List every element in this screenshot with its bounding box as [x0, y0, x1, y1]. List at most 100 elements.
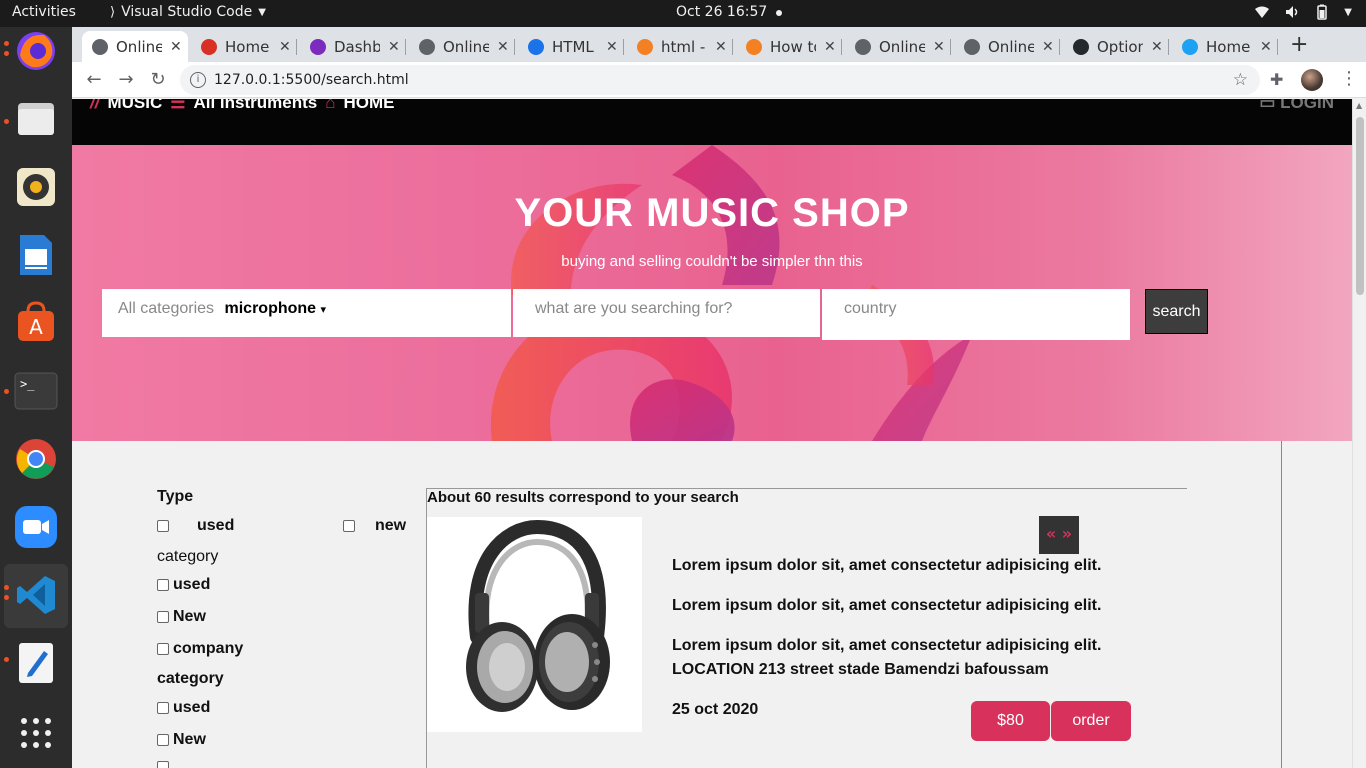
running-indicator: [4, 585, 9, 590]
clock[interactable]: Oct 26 16:57: [676, 4, 767, 20]
checkbox[interactable]: [157, 702, 169, 714]
music-icon: //: [90, 99, 100, 112]
back-icon[interactable]: ←: [82, 68, 106, 92]
close-icon[interactable]: ✕: [388, 39, 400, 55]
country-input-placeholder: country: [844, 300, 897, 317]
filter-category-company[interactable]: company: [157, 640, 243, 658]
tab-title: Online: [443, 37, 489, 56]
ubuntu-software-icon[interactable]: A: [12, 299, 60, 347]
browser-tab[interactable]: Online ✕: [954, 31, 1060, 62]
checkbox[interactable]: [157, 643, 169, 655]
all-instruments-link[interactable]: All instruments: [193, 99, 317, 113]
browser-tab[interactable]: HTML ✕: [518, 31, 624, 62]
system-tray[interactable]: ▼: [1254, 4, 1352, 20]
filter-category2-more[interactable]: [157, 761, 173, 768]
filter-label: new: [375, 517, 407, 534]
rhythmbox-icon[interactable]: [12, 163, 60, 211]
country-input[interactable]: country: [822, 289, 1130, 340]
page-scrollbar[interactable]: ▲: [1352, 99, 1366, 768]
filter-category-heading: category: [157, 548, 219, 565]
filter-category2-new[interactable]: New: [157, 731, 206, 749]
tab-active[interactable]: Online ✕: [82, 31, 188, 62]
close-icon[interactable]: ✕: [1042, 39, 1054, 55]
browser-tab[interactable]: How to ✕: [736, 31, 842, 62]
show-applications-icon[interactable]: [12, 709, 60, 757]
filter-type-used[interactable]: used: [157, 517, 234, 535]
tab-title: Option: [1097, 37, 1143, 56]
close-icon[interactable]: ✕: [170, 39, 182, 55]
browser-tab[interactable]: Dashb ✕: [300, 31, 406, 62]
category-select[interactable]: All categories microphone ▾: [102, 289, 511, 337]
text-editor-icon[interactable]: [12, 639, 60, 687]
brand-link[interactable]: MUSIC: [107, 99, 162, 113]
tab-favicon-icon: [419, 38, 435, 55]
browser-tab[interactable]: Online ✕: [845, 31, 951, 62]
bookmark-star-icon[interactable]: ☆: [1233, 65, 1248, 95]
browser-tab[interactable]: html - ✕: [627, 31, 733, 62]
scroll-up-icon[interactable]: ▲: [1356, 101, 1362, 110]
browser-tab[interactable]: Option ✕: [1063, 31, 1169, 62]
checkbox[interactable]: [157, 579, 169, 591]
list-icon: ☰: [170, 99, 186, 112]
filter-category-new[interactable]: New: [157, 608, 206, 626]
close-icon[interactable]: ✕: [279, 39, 291, 55]
checkbox[interactable]: [157, 761, 169, 768]
filter-type-new[interactable]: new: [343, 517, 406, 535]
tab-title: Home: [1206, 37, 1251, 56]
kebab-menu-icon[interactable]: ⋮: [1340, 68, 1358, 89]
login-link[interactable]: ▭ LOGIN: [1259, 99, 1334, 113]
new-tab-button[interactable]: +: [1290, 32, 1308, 57]
home-link[interactable]: HOME: [344, 99, 395, 113]
tab-separator: [296, 39, 297, 55]
checkbox[interactable]: [157, 611, 169, 623]
filter-category-used[interactable]: used: [157, 576, 210, 594]
close-icon[interactable]: ✕: [1151, 39, 1163, 55]
close-icon[interactable]: ✕: [1260, 39, 1272, 55]
profile-avatar[interactable]: [1301, 69, 1323, 91]
chrome-icon[interactable]: [12, 435, 60, 483]
libreoffice-writer-icon[interactable]: [12, 231, 60, 279]
search-button[interactable]: search: [1145, 289, 1208, 334]
pagination-control[interactable]: « »: [1039, 516, 1079, 554]
close-icon[interactable]: ✕: [606, 39, 618, 55]
address-bar[interactable]: i 127.0.0.1:5500/search.html ☆: [180, 65, 1260, 95]
filter-category2-used[interactable]: used: [157, 699, 210, 717]
files-icon[interactable]: [12, 95, 60, 143]
vscode-icon[interactable]: [12, 571, 60, 619]
browser-tab[interactable]: Online ✕: [409, 31, 515, 62]
app-menu[interactable]: ⟩ Visual Studio Code ▼: [110, 4, 266, 20]
tab-favicon-icon: [964, 38, 980, 55]
order-button[interactable]: order: [1051, 701, 1131, 741]
extensions-icon[interactable]: ✚: [1270, 70, 1283, 89]
firefox-icon[interactable]: [12, 27, 60, 75]
close-icon[interactable]: ✕: [824, 39, 836, 55]
activities-button[interactable]: Activities: [12, 4, 76, 20]
search-input[interactable]: what are you searching for?: [513, 289, 820, 337]
browser-toolbar: ← → ↻ i 127.0.0.1:5500/search.html ☆ ✚ ⋮: [72, 62, 1366, 98]
zoom-icon[interactable]: [12, 503, 60, 551]
tab-title: How to: [770, 37, 816, 56]
product-image[interactable]: [427, 517, 642, 732]
battery-icon: [1314, 4, 1330, 20]
checkbox[interactable]: [157, 520, 169, 532]
close-icon[interactable]: ✕: [497, 39, 509, 55]
checkbox[interactable]: [157, 734, 169, 746]
tab-title: Home: [225, 37, 270, 56]
scrollbar-thumb[interactable]: [1356, 117, 1364, 295]
tab-favicon-icon: [637, 38, 653, 55]
price-button[interactable]: $80: [971, 701, 1050, 741]
close-icon[interactable]: ✕: [933, 39, 945, 55]
browser-tab[interactable]: Home ✕: [191, 31, 297, 62]
reload-icon[interactable]: ↻: [146, 68, 170, 92]
results-list: About 60 results correspond to your sear…: [426, 488, 1187, 768]
notification-dot: [776, 10, 782, 16]
close-icon[interactable]: ✕: [715, 39, 727, 55]
terminal-icon[interactable]: >_: [12, 367, 60, 415]
checkbox[interactable]: [343, 520, 355, 532]
running-indicator: [4, 595, 9, 600]
system-top-bar: Activities ⟩ Visual Studio Code ▼ Oct 26…: [0, 0, 1366, 27]
browser-tab[interactable]: Home ✕: [1172, 31, 1278, 62]
tab-separator: [623, 39, 624, 55]
forward-icon[interactable]: →: [114, 68, 138, 92]
site-info-icon[interactable]: i: [190, 72, 206, 88]
